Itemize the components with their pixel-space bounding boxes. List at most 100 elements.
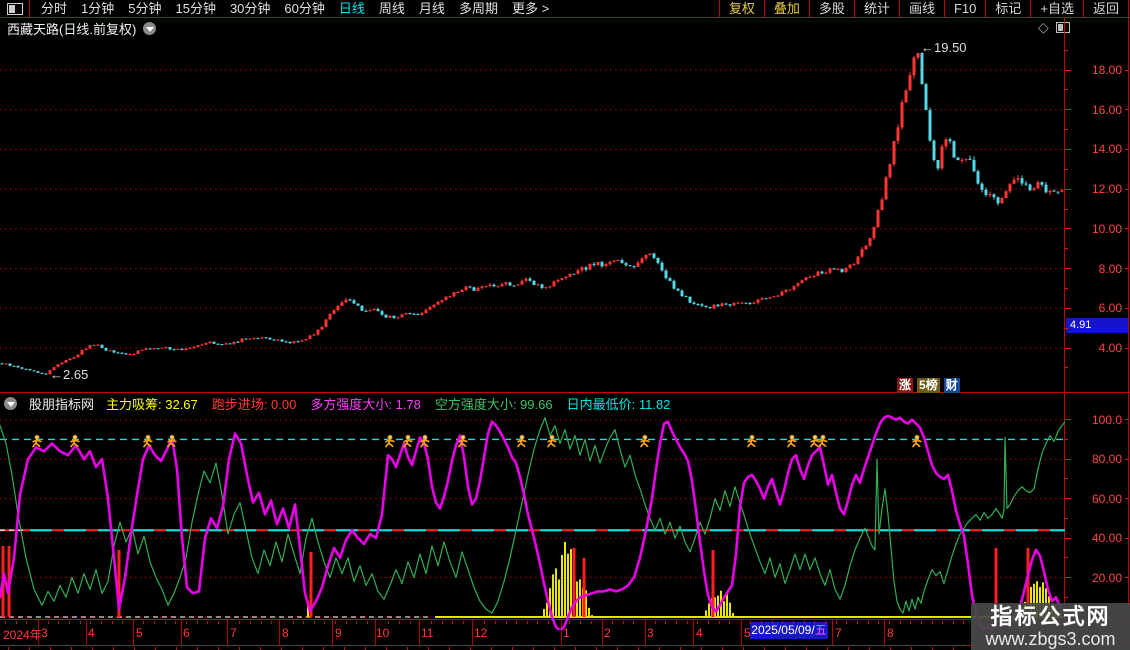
indicator-axis-label: 100.0 [1092, 413, 1122, 427]
menu-item-5分钟[interactable]: 5分钟 [121, 0, 168, 17]
axis-tick [1065, 268, 1071, 269]
axis-tick [1065, 518, 1068, 519]
axis-tick [1125, 419, 1129, 420]
indicator-header: 股朋指标网 主力吸筹: 32.67跑步进场: 0.00多方强度大小: 1.78空… [0, 393, 1069, 414]
badge-涨[interactable]: 涨 [897, 378, 913, 393]
menu-item-30分钟[interactable]: 30分钟 [223, 0, 277, 17]
indicator-series [0, 416, 1065, 630]
price-axis-label: 8.00 [1099, 262, 1122, 276]
axis-tick [1065, 109, 1071, 110]
indicator-axis-label: 40.00 [1092, 531, 1122, 545]
axis-tick [1125, 268, 1129, 269]
axis-tick [1065, 459, 1071, 460]
axis-tick [1065, 89, 1068, 90]
indicator-field: 多方强度大小: 1.78 [310, 394, 421, 413]
topbar-button-画线[interactable]: 画线 [899, 0, 944, 17]
runner-signal-icon [748, 435, 756, 446]
runner-signal-icon [641, 435, 649, 446]
menu-item-15分钟[interactable]: 15分钟 [168, 0, 222, 17]
period-menu: 分时1分钟5分钟15分钟30分钟60分钟日线周线月线多周期更多 > [34, 0, 556, 17]
menu-item-月线[interactable]: 月线 [412, 0, 452, 17]
topbar-button-+自选[interactable]: +自选 [1030, 0, 1083, 17]
indicator-axis-label: 80.00 [1092, 452, 1122, 466]
topbar-button-统计[interactable]: 统计 [854, 0, 899, 17]
axis-tick [1125, 308, 1129, 309]
watermark-title: 指标公式网 [990, 605, 1110, 629]
price-axis-label: 12.00 [1092, 182, 1122, 196]
stock-title: 西藏天路(日线.前复权) [7, 19, 136, 38]
watermark-url: www.zbgs3.com [985, 629, 1115, 649]
runner-signal-icon [518, 435, 526, 446]
indicator-gridlines [0, 420, 1065, 617]
quick-link-badges: 涨 5榜财 [897, 378, 960, 393]
menu-item-更多 >[interactable]: 更多 > [505, 0, 556, 17]
axis-tick [1125, 149, 1129, 150]
topbar-button-复权[interactable]: 复权 [719, 0, 764, 17]
topbar-button-叠加[interactable]: 叠加 [764, 0, 809, 17]
runner-signal-icon [71, 435, 79, 446]
indicator-values: 主力吸筹: 32.67跑步进场: 0.00多方强度大小: 1.78空方强度大小:… [106, 394, 670, 413]
menu-item-日线[interactable]: 日线 [332, 0, 372, 17]
topbar-button-返回[interactable]: 返回 [1083, 0, 1129, 17]
menu-item-分时[interactable]: 分时 [34, 0, 74, 17]
axis-tick [1065, 129, 1068, 130]
top-menu-bar: 分时1分钟5分钟15分钟30分钟60分钟日线周线月线多周期更多 > 复权叠加多股… [0, 0, 1130, 18]
axis-tick [1065, 149, 1071, 150]
chevron-down-icon[interactable] [143, 22, 156, 35]
axis-tick [1125, 109, 1129, 110]
axis-tick [1125, 538, 1129, 539]
axis-tick [1125, 348, 1129, 349]
price-axis-label: 6.00 [1099, 301, 1122, 315]
runner-signal-icon [788, 435, 796, 446]
badge-5榜[interactable]: 5榜 [917, 378, 940, 393]
axis-tick [1125, 228, 1129, 229]
menu-item-1分钟[interactable]: 1分钟 [74, 0, 121, 17]
topbar-button-标记[interactable]: 标记 [985, 0, 1030, 17]
toolbar-buttons: 复权叠加多股统计画线F10标记+自选返回 [719, 0, 1129, 17]
runner-signal-icon [819, 435, 827, 446]
menu-item-周线[interactable]: 周线 [372, 0, 412, 17]
topbar-button-多股[interactable]: 多股 [809, 0, 854, 17]
candlestick-chart[interactable]: ←19.50 ←2.65 [0, 38, 1065, 392]
price-axis-label: 14.00 [1092, 142, 1122, 156]
indicator-field: 空方强度大小: 99.66 [435, 394, 553, 413]
topbar-button-F10[interactable]: F10 [944, 0, 985, 17]
title-bar: 西藏天路(日线.前复权) [0, 18, 1070, 38]
axis-tick [1065, 209, 1068, 210]
badge-财[interactable]: 财 [944, 378, 960, 393]
axis-tick [1065, 419, 1071, 420]
indicator-source: 股朋指标网 [29, 394, 94, 413]
runner-signal-icon [144, 435, 152, 446]
axis-tick [1065, 228, 1071, 229]
axis-tick [1065, 498, 1071, 499]
runner-signal-icon [811, 435, 819, 446]
oscillator-chart[interactable] [0, 415, 1065, 630]
axis-tick [1125, 189, 1129, 190]
price-gridlines [0, 70, 1065, 348]
diamond-icon[interactable]: ◇ [1038, 20, 1049, 34]
axis-tick [1065, 538, 1071, 539]
axis-tick [1065, 70, 1071, 71]
axis-tick [1065, 189, 1071, 190]
menu-item-多周期[interactable]: 多周期 [452, 0, 505, 17]
layout-panel-icon[interactable] [7, 3, 23, 15]
indicator-axis-label: 20.00 [1092, 571, 1122, 585]
runner-signal-icon [548, 435, 556, 446]
axis-tick [1065, 439, 1068, 440]
price-axis-label: 4.00 [1099, 341, 1122, 355]
collapse-chevron-icon[interactable] [4, 397, 17, 410]
axis-tick [1065, 50, 1068, 51]
panel-toggle-icon[interactable] [1056, 22, 1070, 33]
runner-signal-icon [421, 435, 429, 446]
runner-signal-icon [386, 435, 394, 446]
high-annotation: ←19.50 [921, 40, 967, 55]
app-window: 分时1分钟5分钟15分钟30分钟60分钟日线周线月线多周期更多 > 复权叠加多股… [0, 0, 1130, 650]
indicator-field: 跑步进场: 0.00 [212, 394, 297, 413]
price-axis-label: 10.00 [1092, 222, 1122, 236]
axis-tick [1065, 348, 1071, 349]
next-panel-edge [0, 645, 1130, 650]
watermark: 指标公式网 www.zbgs3.com [971, 603, 1130, 650]
axis-tick [1125, 459, 1129, 460]
indicator-axis: 100.080.0060.0040.0020.00 [1065, 415, 1129, 619]
menu-item-60分钟[interactable]: 60分钟 [277, 0, 331, 17]
